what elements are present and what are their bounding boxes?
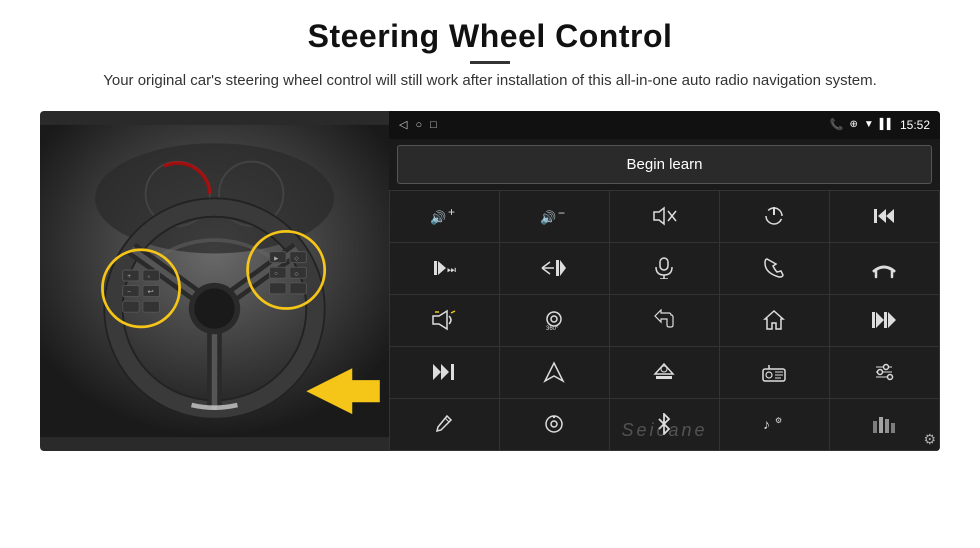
home-nav-icon[interactable]: ○ xyxy=(415,119,422,131)
status-right: 📞 ⊕ ▼ ▌▌ 15:52 xyxy=(830,118,930,132)
360-camera-button[interactable]: 360° xyxy=(500,295,609,346)
signal-icon: ▌▌ xyxy=(880,119,894,130)
location-icon: ⊕ xyxy=(850,119,858,130)
hang-up-button[interactable] xyxy=(830,243,939,294)
begin-learn-button[interactable]: Begin learn xyxy=(397,145,932,184)
wifi-icon: ▼ xyxy=(864,119,874,130)
power-button[interactable] xyxy=(720,191,829,242)
svg-text:+: + xyxy=(448,205,455,219)
phone-status-icon: 📞 xyxy=(830,118,844,131)
pen-button[interactable] xyxy=(390,399,499,450)
double-rewind-button[interactable] xyxy=(830,295,939,346)
gear-icon[interactable]: ⚙ xyxy=(923,431,936,448)
cross-prev-button[interactable] xyxy=(500,243,609,294)
subtitle-text: Your original car's steering wheel contr… xyxy=(40,70,940,93)
svg-text:−: − xyxy=(558,206,565,220)
status-bar: ◁ ○ □ 📞 ⊕ ▼ ▌▌ 15:52 xyxy=(389,111,940,139)
prev-track-button[interactable] xyxy=(830,191,939,242)
car-image-area: + ≈ − ↩ ▶ ◇ ○ ◇ xyxy=(40,111,389,451)
recents-nav-icon[interactable]: □ xyxy=(430,119,437,131)
svg-text:360°: 360° xyxy=(546,326,559,331)
svg-text:🔊: 🔊 xyxy=(540,209,556,226)
back-button[interactable] xyxy=(610,295,719,346)
page-title: Steering Wheel Control xyxy=(40,18,940,55)
svg-text:−: − xyxy=(127,288,131,295)
horn-button[interactable] xyxy=(390,295,499,346)
svg-text:○: ○ xyxy=(274,270,278,277)
skip-forward-button[interactable]: ⏭ xyxy=(390,243,499,294)
bluetooth-button[interactable] xyxy=(610,399,719,450)
android-panel: ◁ ○ □ 📞 ⊕ ▼ ▌▌ 15:52 Begin learn 🔊+ xyxy=(389,111,940,451)
radio-button[interactable] xyxy=(720,347,829,398)
home-button[interactable] xyxy=(720,295,829,346)
phone-call-button[interactable] xyxy=(720,243,829,294)
nav-icons: ◁ ○ □ xyxy=(399,118,437,131)
svg-text:⚙: ⚙ xyxy=(775,416,782,425)
svg-text:+: + xyxy=(127,273,131,280)
title-divider xyxy=(470,61,510,64)
microphone-button[interactable] xyxy=(610,243,719,294)
title-section: Steering Wheel Control Your original car… xyxy=(40,18,940,105)
back-nav-icon[interactable]: ◁ xyxy=(399,118,407,131)
audio-levels-button[interactable]: ⚙ xyxy=(830,399,939,450)
content-row: + ≈ − ↩ ▶ ◇ ○ ◇ xyxy=(40,111,940,451)
music-settings-button[interactable]: ♪ ⚙ xyxy=(720,399,829,450)
chapter-next-button[interactable] xyxy=(390,347,499,398)
svg-text:⏭: ⏭ xyxy=(447,265,456,276)
icon-grid: 🔊+ 🔊− xyxy=(389,190,940,451)
svg-text:🔊: 🔊 xyxy=(430,209,446,226)
svg-text:↩: ↩ xyxy=(147,286,153,295)
navigate-button[interactable] xyxy=(500,347,609,398)
mute-button[interactable] xyxy=(610,191,719,242)
vol-up-button[interactable]: 🔊+ xyxy=(390,191,499,242)
settings-knob-button[interactable] xyxy=(500,399,609,450)
eject-button[interactable] xyxy=(610,347,719,398)
page-wrapper: Steering Wheel Control Your original car… xyxy=(0,0,980,548)
svg-text:♪: ♪ xyxy=(763,416,770,432)
time-display: 15:52 xyxy=(900,118,930,132)
equalizer-button[interactable] xyxy=(830,347,939,398)
vol-down-button[interactable]: 🔊− xyxy=(500,191,609,242)
